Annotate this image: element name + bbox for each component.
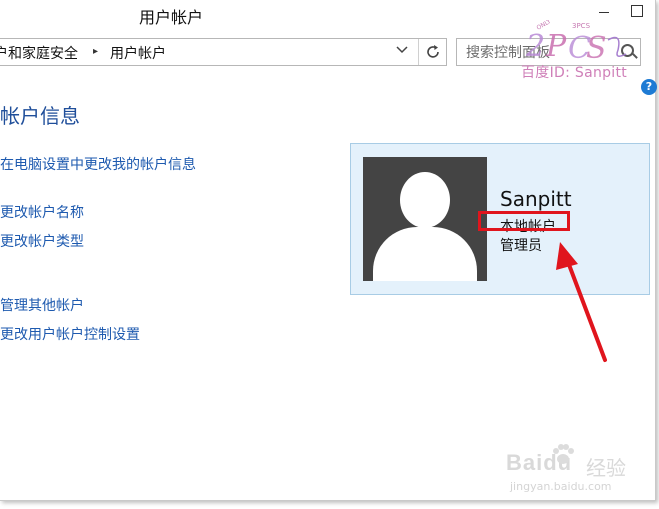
- control-panel-window: 用户帐户 户和家庭安全 ▸ 用户帐户 ? ONLY 3PCS 2 P C S: [0, 0, 657, 501]
- svg-text:S: S: [586, 31, 607, 64]
- refresh-icon: [426, 45, 439, 58]
- baidu-paw-icon: [553, 444, 574, 464]
- svg-text:3PCS: 3PCS: [572, 22, 591, 30]
- baidu-jingyan-url: jingyan.baidu.com: [510, 480, 612, 493]
- watermark-logo-icon: ONLY 3PCS 2 P C S: [525, 20, 627, 64]
- svg-text:P: P: [545, 29, 567, 64]
- avatar[interactable]: [363, 157, 487, 281]
- link-change-account-type[interactable]: 更改帐户类型: [0, 231, 84, 251]
- minimize-button[interactable]: [588, 0, 620, 22]
- page-title: 帐户信息: [0, 104, 80, 128]
- svg-text:2: 2: [525, 29, 545, 64]
- breadcrumb-user-accounts[interactable]: 用户帐户: [110, 43, 166, 63]
- link-manage-other-accounts[interactable]: 管理其他帐户: [0, 295, 84, 315]
- watermark-baidu-id: 百度ID: Sanpitt: [521, 65, 628, 81]
- baidu-jingyan-label: 经验: [586, 456, 626, 480]
- link-change-account-in-pc-settings[interactable]: 在电脑设置中更改我的帐户信息: [0, 154, 196, 174]
- link-change-account-name[interactable]: 更改帐户名称: [0, 202, 84, 222]
- breadcrumb-family-safety[interactable]: 户和家庭安全: [0, 43, 78, 63]
- maximize-button[interactable]: [620, 0, 652, 22]
- link-uac-settings[interactable]: 更改用户帐户控制设置: [0, 324, 140, 344]
- refresh-button[interactable]: [418, 39, 446, 65]
- avatar-head-icon: [400, 172, 450, 228]
- annotation-highlight-box: [478, 211, 570, 231]
- help-icon[interactable]: ?: [641, 79, 657, 95]
- chevron-down-icon[interactable]: [396, 45, 408, 58]
- minimize-icon: [599, 12, 609, 13]
- maximize-icon: [631, 5, 643, 17]
- avatar-body-icon: [373, 227, 477, 281]
- annotation-arrow-icon: [556, 242, 607, 362]
- breadcrumb-separator-icon[interactable]: ▸: [93, 46, 98, 57]
- address-bar[interactable]: 户和家庭安全 ▸ 用户帐户: [0, 38, 447, 66]
- account-role: 管理员: [500, 238, 542, 254]
- user-name: Sanpitt: [500, 187, 572, 211]
- window-title: 用户帐户: [139, 8, 204, 27]
